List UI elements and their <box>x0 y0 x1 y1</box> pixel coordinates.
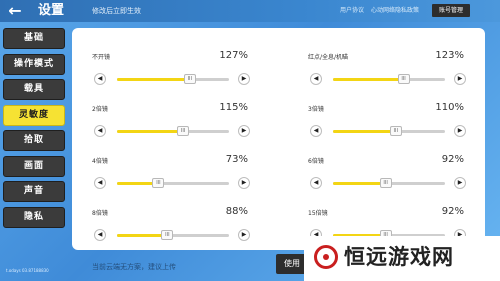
sensitivity-value: 127% <box>219 50 248 61</box>
slider-thumb[interactable]: III <box>177 126 190 136</box>
page-title: 设置 <box>38 3 65 18</box>
sensitivity-value: 110% <box>435 102 464 113</box>
sensitivity-panel: 不开镜 127% ◀ III ▶ 红点/全息/机瞄 123% ◀ III ▶ 2… <box>72 28 485 250</box>
decrease-button[interactable]: ◀ <box>94 125 106 137</box>
increase-button[interactable]: ▶ <box>238 229 250 241</box>
sensitivity-row-no-scope: 不开镜 127% ◀ III ▶ <box>72 36 250 85</box>
slider-thumb[interactable]: III <box>183 74 196 84</box>
sidebar-item-sound[interactable]: 声音 <box>3 181 65 202</box>
watermark-logo-icon <box>314 245 338 269</box>
decrease-button[interactable]: ◀ <box>310 125 322 137</box>
sensitivity-value: 115% <box>219 102 248 113</box>
slider-thumb[interactable]: III <box>389 126 402 136</box>
sensitivity-label: 3倍镜 <box>308 106 324 113</box>
sensitivity-row-8x: 8倍镜 88% ◀ III ▶ <box>72 192 250 241</box>
decrease-button[interactable]: ◀ <box>94 177 106 189</box>
sensitivity-label: 红点/全息/机瞄 <box>308 54 349 61</box>
sensitivity-row-3x: 3倍镜 110% ◀ III ▶ <box>288 88 466 137</box>
sidebar-item-graphics[interactable]: 画面 <box>3 155 65 177</box>
sensitivity-label: 2倍镜 <box>92 106 108 113</box>
slider-track[interactable]: III <box>117 230 229 240</box>
slider-fill <box>333 78 404 81</box>
decrease-button[interactable]: ◀ <box>310 177 322 189</box>
slider-fill <box>117 78 190 81</box>
slider-track[interactable]: III <box>117 178 229 188</box>
sensitivity-value: 73% <box>225 154 248 165</box>
sensitivity-label: 15倍镜 <box>308 210 328 217</box>
watermark: 恒远游戏网 <box>304 236 500 281</box>
sensitivity-label: 4倍镜 <box>92 158 108 165</box>
increase-button[interactable]: ▶ <box>238 73 250 85</box>
slider-thumb[interactable]: III <box>152 178 165 188</box>
slider-track[interactable]: III <box>333 74 445 84</box>
decrease-button[interactable]: ◀ <box>310 73 322 85</box>
slider-fill <box>333 130 396 133</box>
slider-track[interactable]: III <box>117 126 229 136</box>
increase-button[interactable]: ▶ <box>238 177 250 189</box>
sensitivity-row-4x: 4倍镜 73% ◀ III ▶ <box>72 140 250 189</box>
slider-thumb[interactable]: III <box>397 74 410 84</box>
slider-fill <box>117 234 168 237</box>
page-subtitle: 修改后立即生效 <box>92 7 141 15</box>
decrease-button[interactable]: ◀ <box>94 229 106 241</box>
sidebar-item-vehicle[interactable]: 载具 <box>3 79 65 100</box>
sensitivity-label: 不开镜 <box>92 54 111 61</box>
top-bar: ← 设置 修改后立即生效 用户协议 心动网络隐私政策 账号管理 <box>0 0 500 22</box>
sidebar-item-control-mode[interactable]: 操作模式 <box>3 53 65 75</box>
cloud-plan-note: 当前云端无方案，建议上传 <box>92 263 176 271</box>
slider-track[interactable]: III <box>333 178 445 188</box>
slider-thumb[interactable]: III <box>161 230 174 240</box>
slider-track[interactable]: III <box>333 126 445 136</box>
sidebar-item-sensitivity[interactable]: 灵敏度 <box>3 104 65 126</box>
privacy-agreement-link[interactable]: 心动网络隐私政策 <box>371 5 419 17</box>
sensitivity-value: 92% <box>441 206 464 217</box>
sensitivity-label: 8倍镜 <box>92 210 108 217</box>
increase-button[interactable]: ▶ <box>454 177 466 189</box>
version-text: t.odays 03.87188830 <box>6 268 49 273</box>
settings-sidebar: 基础 操作模式 载具 灵敏度 拾取 画面 声音 隐私 <box>3 28 65 232</box>
decrease-button[interactable]: ◀ <box>94 73 106 85</box>
watermark-text: 恒远游戏网 <box>344 244 454 269</box>
sensitivity-label: 6倍镜 <box>308 158 324 165</box>
sensitivity-value: 88% <box>225 206 248 217</box>
slider-track[interactable]: III <box>117 74 229 84</box>
sensitivity-row-2x: 2倍镜 115% ◀ III ▶ <box>72 88 250 137</box>
user-agreement-link[interactable]: 用户协议 <box>340 5 364 17</box>
sidebar-item-pickup[interactable]: 拾取 <box>3 130 65 151</box>
sensitivity-row-15x: 15倍镜 92% ◀ III ▶ <box>288 192 466 241</box>
sidebar-item-basic[interactable]: 基础 <box>3 28 65 49</box>
sensitivity-row-6x: 6倍镜 92% ◀ III ▶ <box>288 140 466 189</box>
sensitivity-value: 92% <box>441 154 464 165</box>
sensitivity-row-red-dot: 红点/全息/机瞄 123% ◀ III ▶ <box>288 36 466 85</box>
account-management-button[interactable]: 账号管理 <box>432 4 470 17</box>
slider-thumb[interactable]: III <box>379 178 392 188</box>
slider-fill <box>333 182 386 185</box>
increase-button[interactable]: ▶ <box>454 73 466 85</box>
sidebar-item-privacy[interactable]: 隐私 <box>3 206 65 228</box>
slider-fill <box>117 130 184 133</box>
increase-button[interactable]: ▶ <box>238 125 250 137</box>
sensitivity-value: 123% <box>435 50 464 61</box>
back-button[interactable]: ← <box>6 3 24 19</box>
increase-button[interactable]: ▶ <box>454 125 466 137</box>
